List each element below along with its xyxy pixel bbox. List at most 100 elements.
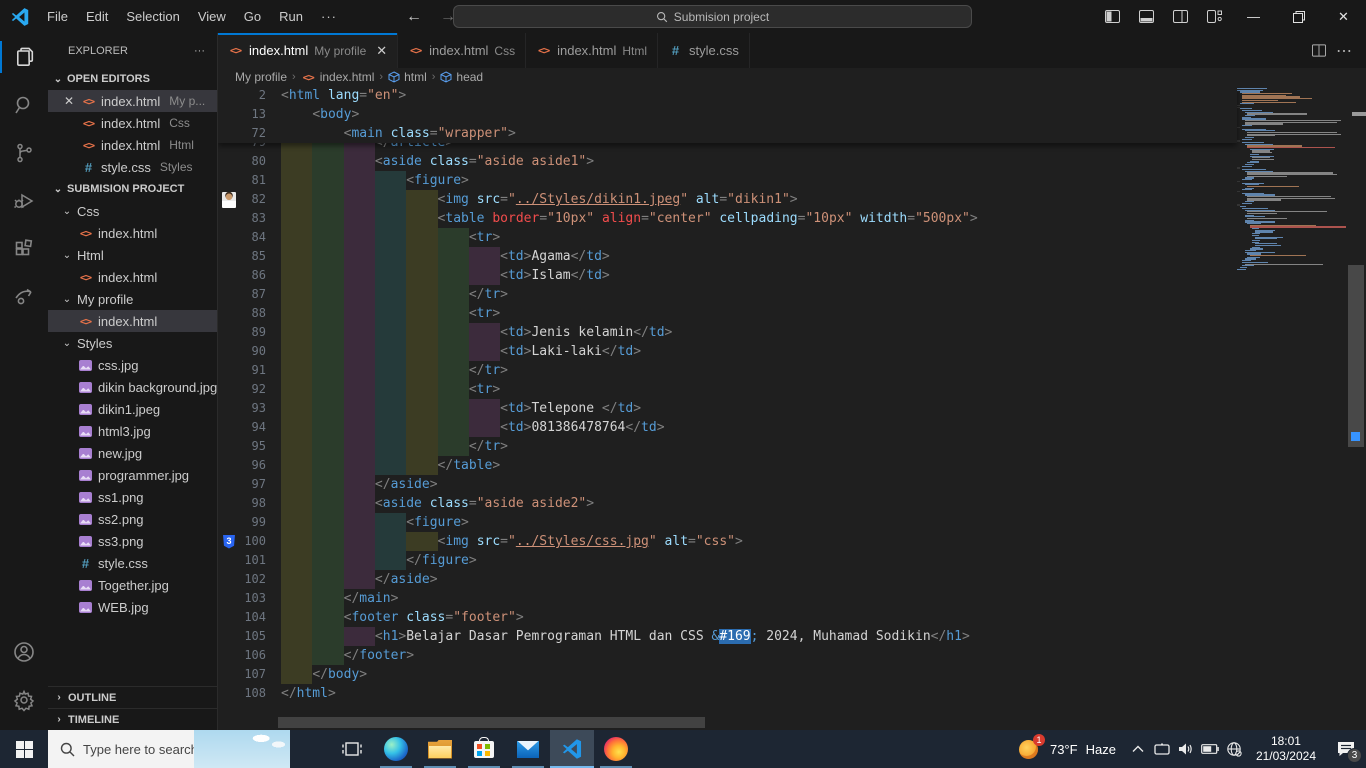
menu-selection[interactable]: Selection — [117, 0, 188, 33]
battery-icon[interactable] — [1198, 730, 1222, 768]
menu-view[interactable]: View — [189, 0, 235, 33]
vertical-scrollbar-thumb[interactable] — [1348, 265, 1364, 447]
tree-file[interactable]: ss3.png — [48, 530, 217, 552]
customize-layout-icon[interactable] — [1197, 0, 1231, 33]
mail-icon[interactable] — [506, 730, 550, 768]
tree-file[interactable]: <> index.html — [48, 266, 217, 288]
taskbar-search[interactable]: Type here to search — [48, 730, 290, 768]
code-line-99[interactable]: 99 <figure> — [218, 513, 1237, 532]
restore-button[interactable] — [1276, 0, 1321, 33]
edge-icon[interactable] — [374, 730, 418, 768]
explorer-more-icon[interactable]: ··· — [194, 45, 205, 57]
start-button[interactable] — [0, 730, 48, 768]
weather-widget[interactable]: 1 73°F Haze — [1008, 734, 1126, 761]
menu-file[interactable]: File — [38, 0, 77, 33]
tree-file[interactable]: <> index.html — [48, 222, 217, 244]
code-line-88[interactable]: 88 <tr> — [218, 304, 1237, 323]
menu-run[interactable]: Run — [270, 0, 312, 33]
tree-file[interactable]: ss2.png — [48, 508, 217, 530]
code-line-108[interactable]: 108 </html> — [218, 684, 1237, 703]
close-button[interactable]: ✕ — [1321, 0, 1366, 33]
menu-edit[interactable]: Edit — [77, 0, 117, 33]
code-line-103[interactable]: 103 </main> — [218, 589, 1237, 608]
code-line-100[interactable]: 3 100 <img src="../Styles/css.jpg" alt="c… — [218, 532, 1237, 551]
tree-file[interactable]: programmer.jpg — [48, 464, 217, 486]
tree-folder[interactable]: ⌄ Styles — [48, 332, 217, 354]
volume-icon[interactable] — [1174, 730, 1198, 768]
file-explorer-icon[interactable] — [418, 730, 462, 768]
code-line-101[interactable]: 101 </figure> — [218, 551, 1237, 570]
toggle-secondary-sidebar-icon[interactable] — [1163, 0, 1197, 33]
breadcrumb-item[interactable]: <> index.html — [301, 70, 375, 85]
open-editor-item[interactable]: <> index.html Css — [48, 112, 217, 134]
tree-file[interactable]: Together.jpg — [48, 574, 217, 596]
code-line-2[interactable]: 2 <html lang="en"> — [218, 86, 1237, 105]
breadcrumb-item[interactable]: html — [388, 70, 427, 84]
tree-file[interactable]: dikin1.jpeg — [48, 398, 217, 420]
code-line-92[interactable]: 92 <tr> — [218, 380, 1237, 399]
vscode-taskbar-icon[interactable] — [550, 730, 594, 768]
tree-file[interactable]: css.jpg — [48, 354, 217, 376]
run-debug-icon[interactable] — [0, 177, 48, 225]
account-icon[interactable] — [0, 628, 48, 676]
notification-center-icon[interactable]: 3 — [1326, 730, 1366, 768]
tree-file[interactable]: dikin background.jpg — [48, 376, 217, 398]
code-line-82[interactable]: 82 <img src="../Styles/dikin1.jpeg" alt=… — [218, 190, 1237, 209]
open-editor-item[interactable]: <> index.html Html — [48, 134, 217, 156]
minimap[interactable] — [1237, 88, 1346, 730]
menu-go[interactable]: Go — [235, 0, 270, 33]
code-line-104[interactable]: 104 <footer class="footer"> — [218, 608, 1237, 627]
task-view-icon[interactable] — [330, 730, 374, 768]
firefox-icon[interactable] — [594, 730, 638, 768]
network-globe-icon[interactable] — [1222, 730, 1246, 768]
search-highlight-image[interactable] — [194, 730, 290, 768]
code-line-86[interactable]: 86 <td>Islam</td> — [218, 266, 1237, 285]
tree-file[interactable]: WEB.jpg — [48, 596, 217, 618]
code-line-102[interactable]: 102 </aside> — [218, 570, 1237, 589]
outline-section[interactable]: › OUTLINE — [48, 686, 217, 708]
tree-folder[interactable]: ⌄ Css — [48, 200, 217, 222]
tab-style-css[interactable]: # style.css — [658, 33, 750, 68]
toggle-panel-icon[interactable] — [1129, 0, 1163, 33]
code-line-80[interactable]: 80 <aside class="aside aside1"> — [218, 152, 1237, 171]
code-line-83[interactable]: 83 <table border="10px" align="center" c… — [218, 209, 1237, 228]
code-line-91[interactable]: 91 </tr> — [218, 361, 1237, 380]
tree-file[interactable]: ss1.png — [48, 486, 217, 508]
extensions-icon[interactable] — [0, 225, 48, 273]
code-line-97[interactable]: 97 </aside> — [218, 475, 1237, 494]
code-line-93[interactable]: 93 <td>Telepone </td> — [218, 399, 1237, 418]
source-control-icon[interactable] — [0, 129, 48, 177]
tree-file[interactable]: # style.css — [48, 552, 217, 574]
code-line-81[interactable]: 81 <figure> — [218, 171, 1237, 190]
tab-index-html-Css[interactable]: <> index.html Css — [398, 33, 527, 68]
code-line-85[interactable]: 85 <td>Agama</td> — [218, 247, 1237, 266]
code-line-13[interactable]: 13 <body> — [218, 105, 1237, 124]
timeline-section[interactable]: › TIMELINE — [48, 708, 217, 730]
tab-index-html-Html[interactable]: <> index.html Html — [526, 33, 659, 68]
code-line-95[interactable]: 95 </tr> — [218, 437, 1237, 456]
search-icon[interactable] — [0, 81, 48, 129]
tree-folder[interactable]: ⌄ Html — [48, 244, 217, 266]
code-line-105[interactable]: 105 <h1>Belajar Dasar Pemrograman HTML d… — [218, 627, 1237, 646]
code-line-94[interactable]: 94 <td>081386478764</td> — [218, 418, 1237, 437]
code-line-87[interactable]: 87 </tr> — [218, 285, 1237, 304]
back-arrow-icon[interactable]: ← — [406, 8, 422, 26]
clock[interactable]: 18:01 21/03/2024 — [1246, 734, 1326, 764]
split-editor-icon[interactable] — [1312, 44, 1326, 57]
code-line-89[interactable]: 89 <td>Jenis kelamin</td> — [218, 323, 1237, 342]
hidden-icons-chevron[interactable] — [1126, 730, 1150, 768]
close-icon[interactable]: ✕ — [376, 43, 387, 59]
project-section-header[interactable]: ⌄ SUBMISION PROJECT — [48, 178, 217, 200]
code-line-79[interactable]: 79 </article> — [218, 143, 1237, 152]
breadcrumb-item[interactable]: My profile — [235, 70, 287, 84]
close-icon[interactable]: ✕ — [62, 94, 76, 108]
tree-file[interactable]: html3.jpg — [48, 420, 217, 442]
horizontal-scrollbar-thumb[interactable] — [278, 717, 705, 728]
live-share-icon[interactable] — [0, 273, 48, 321]
code-line-90[interactable]: 90 <td>Laki-laki</td> — [218, 342, 1237, 361]
code-line-72[interactable]: 72 <main class="wrapper"> — [218, 124, 1237, 143]
tree-file[interactable]: new.jpg — [48, 442, 217, 464]
toggle-sidebar-icon[interactable] — [1095, 0, 1129, 33]
open-editors-header[interactable]: ⌄ OPEN EDITORS — [48, 68, 217, 90]
code-editor[interactable]: 80 <aside class="aside aside1"> 81 <figur… — [218, 86, 1366, 730]
